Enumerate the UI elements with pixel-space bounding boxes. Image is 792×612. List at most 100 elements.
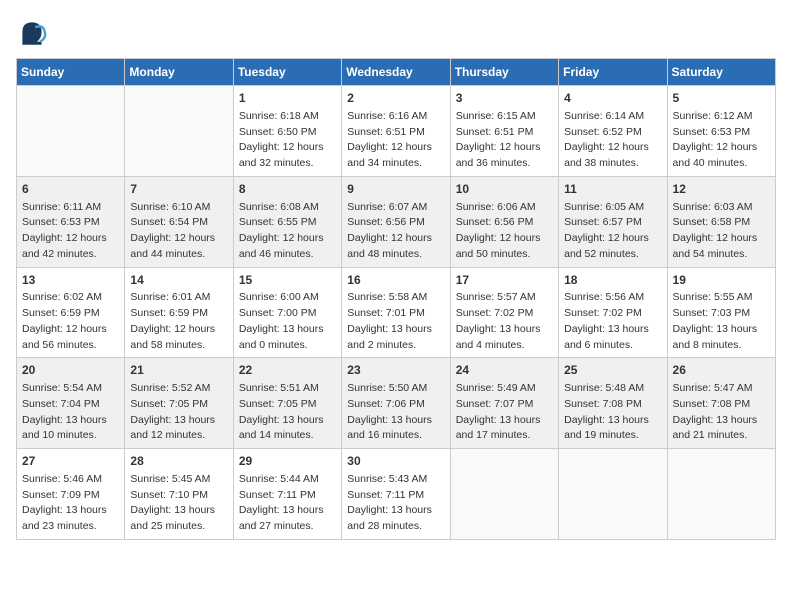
day-info: Sunrise: 6:03 AM Sunset: 6:58 PM Dayligh…	[673, 200, 770, 263]
calendar-cell: 11 Sunrise: 6:05 AM Sunset: 6:57 PM Dayli…	[559, 176, 667, 267]
day-info: Sunrise: 6:00 AM Sunset: 7:00 PM Dayligh…	[239, 290, 336, 353]
calendar-cell: 4 Sunrise: 6:14 AM Sunset: 6:52 PM Daylig…	[559, 86, 667, 177]
day-number: 21	[130, 362, 227, 379]
day-info: Sunrise: 5:46 AM Sunset: 7:09 PM Dayligh…	[22, 472, 119, 535]
day-info: Sunrise: 6:14 AM Sunset: 6:52 PM Dayligh…	[564, 109, 661, 172]
calendar-cell: 5 Sunrise: 6:12 AM Sunset: 6:53 PM Daylig…	[667, 86, 775, 177]
day-number: 16	[347, 272, 444, 289]
calendar-cell: 27 Sunrise: 5:46 AM Sunset: 7:09 PM Dayli…	[17, 449, 125, 540]
day-number: 15	[239, 272, 336, 289]
calendar-cell: 3 Sunrise: 6:15 AM Sunset: 6:51 PM Daylig…	[450, 86, 558, 177]
day-number: 25	[564, 362, 661, 379]
calendar-cell: 19Sunrise: 5:55 AM Sunset: 7:03 PM Dayli…	[667, 267, 775, 358]
weekday-header: Thursday	[450, 59, 558, 86]
day-info: Sunrise: 6:08 AM Sunset: 6:55 PM Dayligh…	[239, 200, 336, 263]
day-info: Sunrise: 5:44 AM Sunset: 7:11 PM Dayligh…	[239, 472, 336, 535]
day-number: 5	[673, 90, 770, 107]
logo-icon	[16, 16, 48, 48]
weekday-header: Sunday	[17, 59, 125, 86]
calendar-week-row: 27 Sunrise: 5:46 AM Sunset: 7:09 PM Dayli…	[17, 449, 776, 540]
calendar-cell: 2 Sunrise: 6:16 AM Sunset: 6:51 PM Daylig…	[342, 86, 450, 177]
calendar-cell: 6 Sunrise: 6:11 AM Sunset: 6:53 PM Daylig…	[17, 176, 125, 267]
calendar-header-row: SundayMondayTuesdayWednesdayThursdayFrid…	[17, 59, 776, 86]
calendar-cell: 17Sunrise: 5:57 AM Sunset: 7:02 PM Dayli…	[450, 267, 558, 358]
day-info: Sunrise: 5:49 AM Sunset: 7:07 PM Dayligh…	[456, 381, 553, 444]
calendar-cell	[125, 86, 233, 177]
day-number: 26	[673, 362, 770, 379]
calendar-cell: 24 Sunrise: 5:49 AM Sunset: 7:07 PM Dayli…	[450, 358, 558, 449]
day-info: Sunrise: 5:58 AM Sunset: 7:01 PM Dayligh…	[347, 290, 444, 353]
day-number: 24	[456, 362, 553, 379]
day-number: 29	[239, 453, 336, 470]
calendar-week-row: 6 Sunrise: 6:11 AM Sunset: 6:53 PM Daylig…	[17, 176, 776, 267]
calendar-cell: 18Sunrise: 5:56 AM Sunset: 7:02 PM Dayli…	[559, 267, 667, 358]
calendar-cell: 25 Sunrise: 5:48 AM Sunset: 7:08 PM Dayli…	[559, 358, 667, 449]
calendar-cell: 30 Sunrise: 5:43 AM Sunset: 7:11 PM Dayli…	[342, 449, 450, 540]
day-number: 11	[564, 181, 661, 198]
calendar-table: SundayMondayTuesdayWednesdayThursdayFrid…	[16, 58, 776, 540]
calendar-cell: 22 Sunrise: 5:51 AM Sunset: 7:05 PM Dayli…	[233, 358, 341, 449]
day-info: Sunrise: 5:45 AM Sunset: 7:10 PM Dayligh…	[130, 472, 227, 535]
day-number: 28	[130, 453, 227, 470]
calendar-cell	[450, 449, 558, 540]
day-info: Sunrise: 5:51 AM Sunset: 7:05 PM Dayligh…	[239, 381, 336, 444]
calendar-cell: 28 Sunrise: 5:45 AM Sunset: 7:10 PM Dayli…	[125, 449, 233, 540]
day-number: 8	[239, 181, 336, 198]
day-number: 22	[239, 362, 336, 379]
day-number: 13	[22, 272, 119, 289]
weekday-header: Tuesday	[233, 59, 341, 86]
calendar-cell: 8 Sunrise: 6:08 AM Sunset: 6:55 PM Daylig…	[233, 176, 341, 267]
calendar-cell	[559, 449, 667, 540]
calendar-cell: 1 Sunrise: 6:18 AM Sunset: 6:50 PM Daylig…	[233, 86, 341, 177]
weekday-header: Friday	[559, 59, 667, 86]
calendar-cell: 29 Sunrise: 5:44 AM Sunset: 7:11 PM Dayli…	[233, 449, 341, 540]
calendar-cell: 7 Sunrise: 6:10 AM Sunset: 6:54 PM Daylig…	[125, 176, 233, 267]
day-info: Sunrise: 6:15 AM Sunset: 6:51 PM Dayligh…	[456, 109, 553, 172]
day-info: Sunrise: 5:57 AM Sunset: 7:02 PM Dayligh…	[456, 290, 553, 353]
calendar-week-row: 20Sunrise: 5:54 AM Sunset: 7:04 PM Dayli…	[17, 358, 776, 449]
calendar-cell	[667, 449, 775, 540]
day-number: 18	[564, 272, 661, 289]
calendar-cell: 16Sunrise: 5:58 AM Sunset: 7:01 PM Dayli…	[342, 267, 450, 358]
day-number: 27	[22, 453, 119, 470]
day-info: Sunrise: 6:01 AM Sunset: 6:59 PM Dayligh…	[130, 290, 227, 353]
day-number: 6	[22, 181, 119, 198]
day-info: Sunrise: 5:56 AM Sunset: 7:02 PM Dayligh…	[564, 290, 661, 353]
weekday-header: Monday	[125, 59, 233, 86]
day-info: Sunrise: 6:10 AM Sunset: 6:54 PM Dayligh…	[130, 200, 227, 263]
day-info: Sunrise: 6:02 AM Sunset: 6:59 PM Dayligh…	[22, 290, 119, 353]
day-number: 7	[130, 181, 227, 198]
day-info: Sunrise: 6:16 AM Sunset: 6:51 PM Dayligh…	[347, 109, 444, 172]
calendar-week-row: 13Sunrise: 6:02 AM Sunset: 6:59 PM Dayli…	[17, 267, 776, 358]
day-info: Sunrise: 5:43 AM Sunset: 7:11 PM Dayligh…	[347, 472, 444, 535]
day-number: 20	[22, 362, 119, 379]
day-number: 17	[456, 272, 553, 289]
calendar-week-row: 1 Sunrise: 6:18 AM Sunset: 6:50 PM Daylig…	[17, 86, 776, 177]
calendar-cell: 13Sunrise: 6:02 AM Sunset: 6:59 PM Dayli…	[17, 267, 125, 358]
day-info: Sunrise: 5:52 AM Sunset: 7:05 PM Dayligh…	[130, 381, 227, 444]
day-number: 19	[673, 272, 770, 289]
day-info: Sunrise: 5:48 AM Sunset: 7:08 PM Dayligh…	[564, 381, 661, 444]
weekday-header: Wednesday	[342, 59, 450, 86]
day-info: Sunrise: 5:55 AM Sunset: 7:03 PM Dayligh…	[673, 290, 770, 353]
day-info: Sunrise: 5:50 AM Sunset: 7:06 PM Dayligh…	[347, 381, 444, 444]
day-number: 30	[347, 453, 444, 470]
day-info: Sunrise: 6:18 AM Sunset: 6:50 PM Dayligh…	[239, 109, 336, 172]
day-number: 9	[347, 181, 444, 198]
day-info: Sunrise: 6:11 AM Sunset: 6:53 PM Dayligh…	[22, 200, 119, 263]
day-info: Sunrise: 6:12 AM Sunset: 6:53 PM Dayligh…	[673, 109, 770, 172]
weekday-header: Saturday	[667, 59, 775, 86]
day-info: Sunrise: 6:07 AM Sunset: 6:56 PM Dayligh…	[347, 200, 444, 263]
day-number: 1	[239, 90, 336, 107]
calendar-cell: 9 Sunrise: 6:07 AM Sunset: 6:56 PM Daylig…	[342, 176, 450, 267]
day-number: 3	[456, 90, 553, 107]
logo	[16, 16, 52, 48]
day-info: Sunrise: 6:05 AM Sunset: 6:57 PM Dayligh…	[564, 200, 661, 263]
day-number: 14	[130, 272, 227, 289]
calendar-cell: 15Sunrise: 6:00 AM Sunset: 7:00 PM Dayli…	[233, 267, 341, 358]
day-number: 10	[456, 181, 553, 198]
calendar-cell: 14Sunrise: 6:01 AM Sunset: 6:59 PM Dayli…	[125, 267, 233, 358]
day-number: 2	[347, 90, 444, 107]
day-number: 4	[564, 90, 661, 107]
calendar-cell: 10Sunrise: 6:06 AM Sunset: 6:56 PM Dayli…	[450, 176, 558, 267]
